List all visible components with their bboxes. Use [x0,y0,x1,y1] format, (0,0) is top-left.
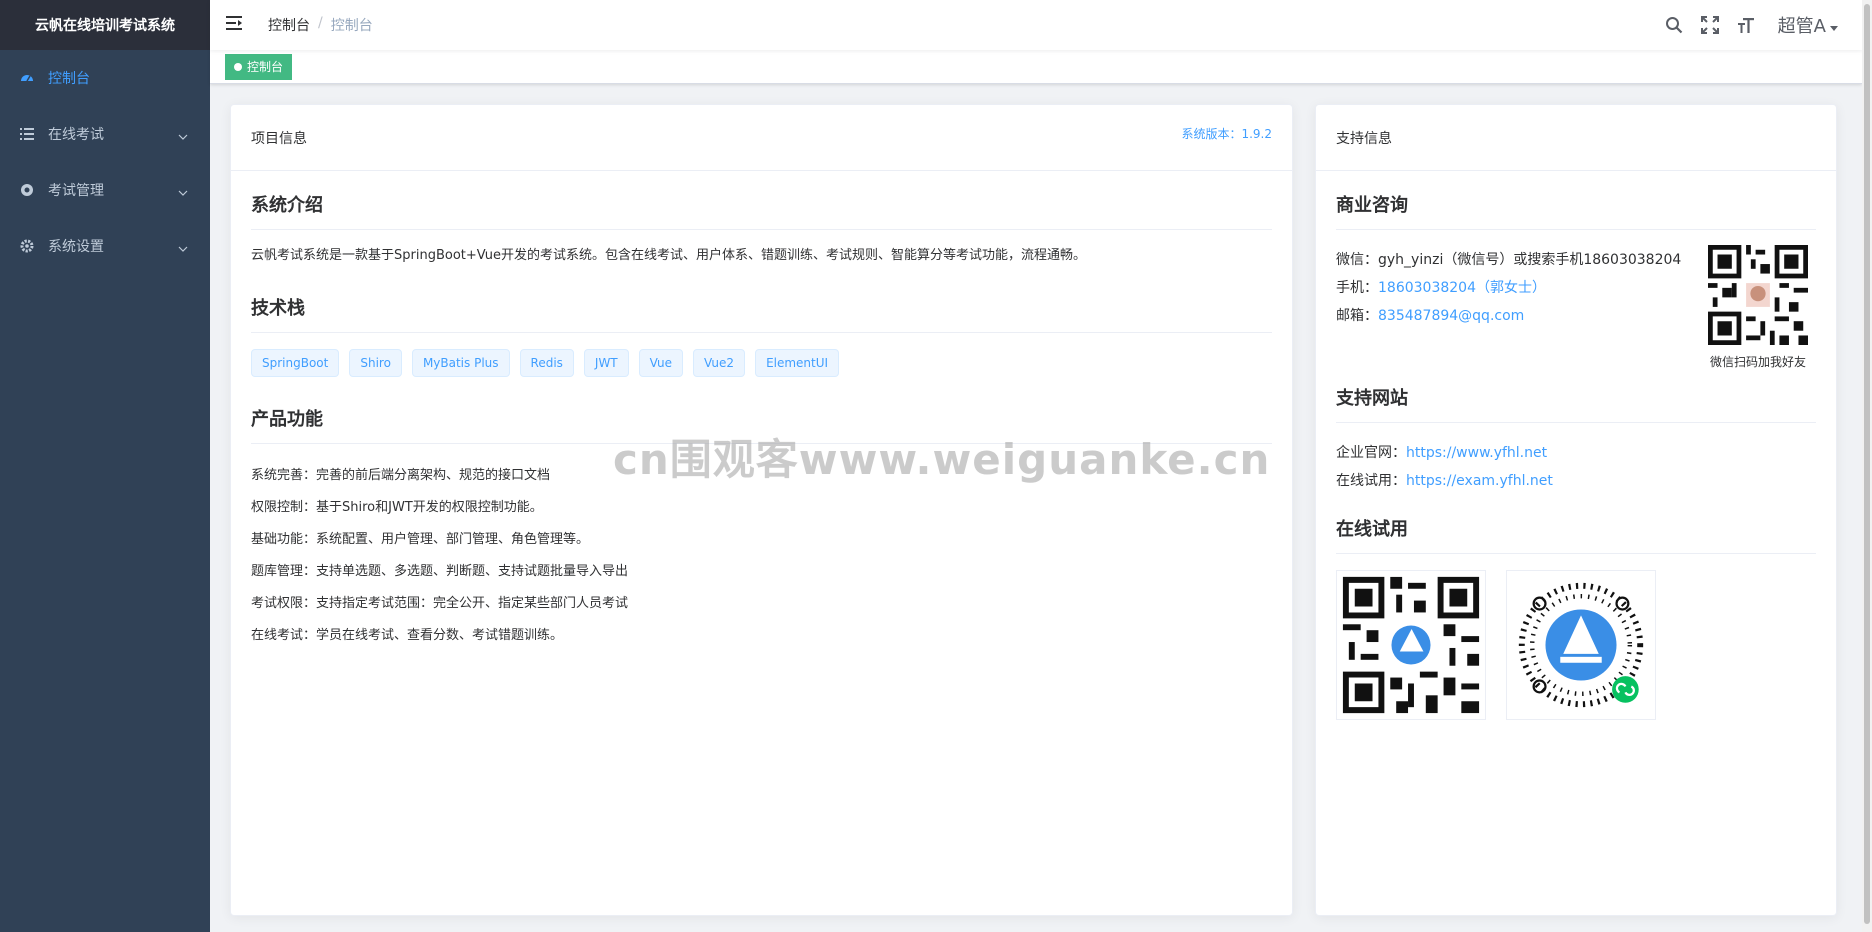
section-title: 在线试用 [1336,515,1816,554]
feature-list: 系统完善：完善的前后端分离架构、规范的接口文档 权限控制：基于Shiro和JWT… [251,460,1272,652]
version-label: 系统版本：1.9.2 [1181,127,1272,141]
feature-item: 题库管理：支持单选题、多选题、判断题、支持试题批量导入导出 [251,564,629,579]
tech-tag: Redis [519,349,574,377]
tech-stack-list: SpringBoot Shiro MyBatis Plus Redis JWT … [251,349,1272,377]
card-title: 项目信息 [251,130,307,147]
section-title: 商业咨询 [1336,191,1816,230]
wechat-value: gyh_yinzi（微信号）或搜索手机18603038204 [1378,252,1682,268]
sidebar-item-system-settings[interactable]: 系统设置 [0,218,210,274]
menu-toggle-icon[interactable] [226,15,246,35]
sidebar-item-dashboard[interactable]: 控制台 [0,50,210,106]
dashboard-icon [20,71,34,85]
support-info-card: 支持信息 商业咨询 微信：gyh_yinzi（微信号）或搜索手机18603038… [1315,104,1837,916]
tech-tag: ElementUI [755,349,840,377]
phone-link[interactable]: 18603038204（郭女士） [1378,280,1546,296]
tag-dashboard[interactable]: 控制台 [225,53,293,80]
trial-site-row: 在线试用：https://exam.yfhl.net [1336,467,1816,495]
user-menu[interactable]: 超管A [1778,12,1838,38]
sidebar-item-label: 在线考试 [48,127,104,143]
chevron-down-icon [178,184,188,200]
phone-label: 手机： [1336,280,1378,296]
tech-tag: SpringBoot [251,349,340,377]
tech-tag: Shiro [349,349,402,377]
tags-view: 控制台 [210,50,1862,84]
mini-program-code [1506,570,1656,720]
watermark-text: cn围观客www.weiguanke.cn [613,435,1271,484]
wechat-qr-code [1708,245,1808,345]
section-title: 支持网站 [1336,384,1816,423]
sidebar-item-online-exam[interactable]: 在线考试 [0,106,210,162]
card-header: 支持信息 [1316,105,1836,171]
chevron-down-icon [178,240,188,256]
tech-tag: Vue2 [693,349,746,377]
feature-item: 权限控制：基于Shiro和JWT开发的权限控制功能。 [251,500,543,515]
breadcrumb: 控制台 / 控制台 [268,15,373,35]
tech-tag: MyBatis Plus [411,349,510,377]
sidebar-item-label: 控制台 [48,71,90,87]
trial-site-link[interactable]: https://exam.yfhl.net [1406,473,1553,489]
tech-tag: JWT [583,349,629,377]
sidebar-item-label: 考试管理 [48,183,104,199]
active-dot-icon [234,62,242,71]
feature-item: 在线考试：学员在线考试、查看分数、考试错题训练。 [251,628,564,643]
intro-text: 云帆考试系统是一款基于SpringBoot+Vue开发的考试系统。包含在线考试、… [251,248,1087,263]
fullscreen-icon[interactable] [1700,15,1720,35]
feature-item: 基础功能：系统配置、用户管理、部门管理、角色管理等。 [251,532,590,547]
gear-icon [20,239,34,253]
project-info-card: 项目信息 系统版本：1.9.2 系统介绍 云帆考试系统是一款基于SpringBo… [230,104,1293,916]
chevron-down-icon [178,128,188,144]
trial-qr-list [1336,570,1816,720]
list-icon [20,127,34,141]
sidebar: 云帆在线培训考试系统 控制台 在线考试 考试管理 系统设置 [0,0,210,932]
scrollbar-thumb[interactable] [1864,4,1870,924]
wechat-label: 微信： [1336,252,1378,268]
sidebar-item-label: 系统设置 [48,239,104,255]
tech-tag: Vue [638,349,684,377]
breadcrumb-separator: / [318,15,323,31]
email-link[interactable]: 835487894@qq.com [1378,308,1524,324]
official-site-row: 企业官网：https://www.yfhl.net [1336,439,1816,467]
breadcrumb-current: 控制台 [330,18,373,34]
page-scrollbar[interactable] [1862,0,1872,932]
official-label: 企业官网： [1336,445,1406,461]
trial-label: 在线试用： [1336,473,1406,489]
username: 超管A [1777,16,1826,37]
app-logo-title[interactable]: 云帆在线培训考试系统 [0,0,210,50]
navbar: 控制台 / 控制台 超管A [210,0,1862,50]
card-header: 项目信息 系统版本：1.9.2 [231,105,1292,171]
section-title: 系统介绍 [251,191,1272,230]
card-title: 支持信息 [1336,130,1392,147]
sidebar-item-exam-manage[interactable]: 考试管理 [0,162,210,218]
qr-caption: 微信扫码加我好友 [1709,355,1806,369]
wechat-qr-block: 微信扫码加我好友 [1708,245,1808,370]
navbar-right-menu: 超管A [1664,0,1838,50]
official-site-link[interactable]: https://www.yfhl.net [1406,445,1547,461]
font-size-icon[interactable] [1736,15,1756,35]
caret-down-icon [1830,15,1838,36]
exam-manage-icon [20,183,34,197]
trial-qr-code [1336,570,1486,720]
search-icon[interactable] [1664,15,1684,35]
email-label: 邮箱： [1336,308,1378,324]
breadcrumb-item[interactable]: 控制台 [268,15,310,35]
section-title: 技术栈 [251,294,1272,333]
tag-label: 控制台 [247,60,284,74]
feature-item: 考试权限：支持指定考试范围：完全公开、指定某些部门人员考试 [251,596,629,611]
